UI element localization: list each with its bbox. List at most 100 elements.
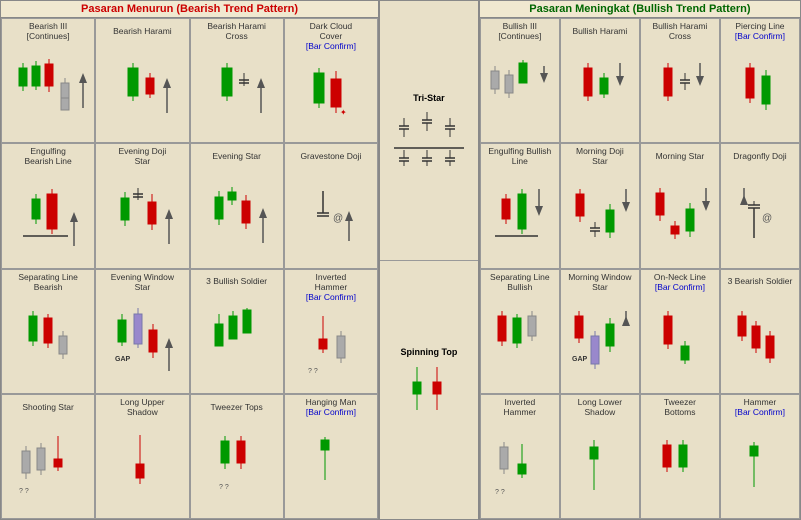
evening-doji-cell: Evening DojiStar	[95, 143, 189, 268]
bearish-3-continues-cell: Bearish III[Continues]	[1, 18, 95, 143]
hanging-man-label: Hanging Man [Bar Confirm]	[306, 397, 357, 417]
bullish-3-continues-cell: Bullish III[Continues]	[480, 18, 560, 143]
dark-cloud-cover-cell: Dark CloudCover [Bar Confirm] ✦	[284, 18, 378, 143]
tweezer-tops-label: Tweezer Tops	[211, 397, 263, 417]
hammer-label: Hammer [Bar Confirm]	[735, 397, 785, 417]
engulfing-bullish-candle	[483, 167, 557, 266]
dragonfly-doji-candle: @	[723, 166, 797, 265]
bullish-harami-label: Bullish Harami	[572, 21, 627, 41]
shooting-star-label: Shooting Star	[22, 397, 74, 417]
inverted-hammer-bullish-cell: InvertedHammer ? ?	[480, 394, 560, 519]
separating-bearish-candle	[4, 292, 92, 391]
on-neck-candle	[643, 292, 717, 391]
dark-cloud-cover-candle: ✦	[287, 52, 375, 141]
bearish-harami-cross-cell: Bearish HaramiCross	[190, 18, 284, 143]
bullish-harami-cross-cell: Bullish HaramiCross	[640, 18, 720, 143]
inverted-hammer-bullish-candle: ? ?	[483, 417, 557, 516]
bearish-harami-cross-label: Bearish HaramiCross	[207, 21, 266, 41]
morning-window-label: Morning WindowStar	[568, 272, 631, 292]
evening-window-cell: Evening WindowStar GAP	[95, 269, 189, 394]
engulfing-bullish-label: Engulfing BullishLine	[488, 146, 551, 166]
morning-doji-cell: Morning DojiStar	[560, 143, 640, 268]
morning-star-candle	[643, 166, 717, 265]
inverted-hammer-bearish-cell: InvertedHammer [Bar Confirm] ? ?	[284, 269, 378, 394]
bullish-header: Pasaran Meningkat (Bullish Trend Pattern…	[480, 1, 800, 18]
gravestone-doji-candle: @	[287, 166, 375, 265]
evening-doji-label: Evening DojiStar	[119, 146, 167, 166]
gravestone-doji-label: Gravestone Doji	[300, 146, 361, 166]
svg-text:? ?: ? ?	[308, 368, 318, 375]
separating-bullish-cell: Separating LineBullish	[480, 269, 560, 394]
morning-window-candle: GAP	[563, 292, 637, 391]
inverted-hammer-bearish-label: InvertedHammer [Bar Confirm]	[306, 272, 356, 303]
evening-star-candle	[193, 166, 281, 265]
evening-doji-candle	[98, 167, 186, 266]
shooting-star-candle: ? ?	[4, 417, 92, 516]
main-container: Pasaran Menurun (Bearish Trend Pattern) …	[0, 0, 801, 520]
morning-window-cell: Morning WindowStar GAP	[560, 269, 640, 394]
separating-bearish-cell: Separating LineBearish	[1, 269, 95, 394]
morning-doji-candle	[563, 167, 637, 266]
hammer-cell: Hammer [Bar Confirm]	[720, 394, 800, 519]
svg-text:GAP: GAP	[115, 356, 131, 363]
svg-text:? ?: ? ?	[219, 484, 229, 491]
dark-cloud-cover-label: Dark CloudCover [Bar Confirm]	[306, 21, 356, 52]
evening-window-candle: GAP	[98, 292, 186, 391]
spinningtop-label: Spinning Top	[401, 347, 458, 357]
3-bullish-soldier-label: 3 Bullish Soldier	[206, 272, 267, 292]
long-lower-shadow-cell: Long LowerShadow	[560, 394, 640, 519]
long-lower-shadow-candle	[563, 417, 637, 516]
engulfing-bearish-cell: EngulfingBearish Line	[1, 143, 95, 268]
bullish-harami-cross-label: Bullish HaramiCross	[653, 21, 708, 41]
dragonfly-doji-cell: Dragonfly Doji @	[720, 143, 800, 268]
bearish-harami-cross-candle	[193, 41, 281, 140]
svg-text:@: @	[333, 213, 343, 224]
piercing-line-cell: Piercing Line [Bar Confirm]	[720, 18, 800, 143]
shooting-star-cell: Shooting Star	[1, 394, 95, 519]
svg-text:GAP: GAP	[572, 356, 588, 363]
3-bearish-soldier-label: 3 Bearish Soldier	[728, 272, 793, 292]
bullish-3-continues-label: Bullish III[Continues]	[498, 21, 541, 41]
tweezer-bottoms-label: TweezerBottoms	[664, 397, 696, 417]
long-upper-shadow-label: Long UpperShadow	[120, 397, 164, 417]
tweezer-tops-candle: ? ?	[193, 417, 281, 516]
morning-star-label: Morning Star	[656, 146, 705, 166]
bearish-header: Pasaran Menurun (Bearish Trend Pattern)	[1, 1, 378, 18]
bearish-harami-candle	[98, 41, 186, 140]
hanging-man-cell: Hanging Man [Bar Confirm]	[284, 394, 378, 519]
bearish-3-continues-candle	[4, 41, 92, 140]
engulfing-bearish-label: EngulfingBearish Line	[24, 146, 71, 166]
3-bullish-soldier-candle	[193, 292, 281, 391]
svg-text:✦: ✦	[340, 108, 347, 117]
long-upper-shadow-cell: Long UpperShadow	[95, 394, 189, 519]
long-upper-shadow-candle	[98, 417, 186, 516]
engulfing-bearish-candle	[4, 167, 92, 266]
3-bearish-soldier-candle	[723, 292, 797, 391]
bullish-harami-candle	[563, 41, 637, 140]
separating-bullish-candle	[483, 292, 557, 391]
tweezer-tops-cell: Tweezer Tops ? ?	[190, 394, 284, 519]
inverted-hammer-bullish-label: InvertedHammer	[504, 397, 537, 417]
engulfing-bullish-cell: Engulfing BullishLine	[480, 143, 560, 268]
tweezer-bottoms-cell: TweezerBottoms	[640, 394, 720, 519]
bullish-harami-cell: Bullish Harami	[560, 18, 640, 143]
evening-star-label: Evening Star	[212, 146, 261, 166]
bearish-harami-label: Bearish Harami	[113, 21, 172, 41]
separating-bullish-label: Separating LineBullish	[490, 272, 550, 292]
morning-star-cell: Morning Star	[640, 143, 720, 268]
svg-text:@: @	[762, 213, 772, 224]
3-bearish-soldier-cell: 3 Bearish Soldier	[720, 269, 800, 394]
bearish-3-continues-label: Bearish III[Continues]	[27, 21, 70, 41]
evening-window-label: Evening WindowStar	[111, 272, 174, 292]
svg-text:? ?: ? ?	[495, 489, 505, 496]
piercing-line-candle	[723, 41, 797, 140]
3-bullish-soldier-cell: 3 Bullish Soldier	[190, 269, 284, 394]
long-lower-shadow-label: Long LowerShadow	[578, 397, 622, 417]
evening-star-cell: Evening Star	[190, 143, 284, 268]
bearish-harami-cell: Bearish Harami	[95, 18, 189, 143]
piercing-line-label: Piercing Line [Bar Confirm]	[735, 21, 785, 41]
gravestone-doji-cell: Gravestone Doji @	[284, 143, 378, 268]
on-neck-label: On-Neck Line [Bar Confirm]	[654, 272, 706, 292]
bullish-harami-cross-candle	[643, 41, 717, 140]
inverted-hammer-bearish-candle: ? ?	[287, 302, 375, 391]
